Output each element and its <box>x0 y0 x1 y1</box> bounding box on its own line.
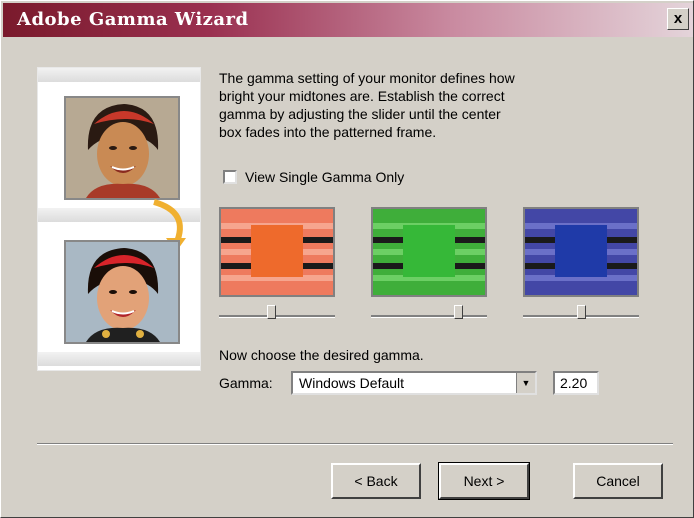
blue-slider-thumb[interactable] <box>577 305 586 319</box>
blue-gamma-slider[interactable] <box>523 301 639 323</box>
close-button[interactable]: x <box>667 8 689 30</box>
green-slider-thumb[interactable] <box>454 305 463 319</box>
divider <box>37 443 673 445</box>
illustration-band <box>38 352 200 366</box>
chevron-down-icon[interactable]: ▼ <box>516 373 535 393</box>
red-gamma-swatch <box>219 207 335 297</box>
view-single-gamma-checkbox[interactable] <box>223 170 237 184</box>
choose-gamma-label: Now choose the desired gamma. <box>219 347 424 363</box>
green-gamma-swatch <box>371 207 487 297</box>
portrait-after-image <box>64 240 180 344</box>
gamma-value-field[interactable]: 2.20 <box>553 371 599 395</box>
green-gamma-slider[interactable] <box>371 301 487 323</box>
illustration-band <box>38 68 200 82</box>
gamma-dropdown[interactable]: Windows Default ▼ <box>291 371 537 395</box>
gamma-wizard-window: Adobe Gamma Wizard x The gamma setting o… <box>0 0 694 518</box>
back-button[interactable]: < Back <box>331 463 421 499</box>
red-gamma-slider[interactable] <box>219 301 335 323</box>
wizard-illustration <box>37 67 201 371</box>
next-button[interactable]: Next > <box>438 462 530 500</box>
red-slider-thumb[interactable] <box>267 305 276 319</box>
title-bar[interactable]: Adobe Gamma Wizard x <box>3 3 693 37</box>
blue-gamma-swatch <box>523 207 639 297</box>
view-single-gamma-label: View Single Gamma Only <box>245 169 405 185</box>
portrait-before-image <box>64 96 180 200</box>
gamma-selected-value: Windows Default <box>299 375 405 391</box>
gamma-label: Gamma: <box>219 375 273 391</box>
view-single-gamma-option[interactable]: View Single Gamma Only <box>223 169 404 185</box>
gamma-description: The gamma setting of your monitor define… <box>219 70 515 140</box>
window-title: Adobe Gamma Wizard <box>17 9 249 30</box>
cancel-button[interactable]: Cancel <box>573 463 663 499</box>
